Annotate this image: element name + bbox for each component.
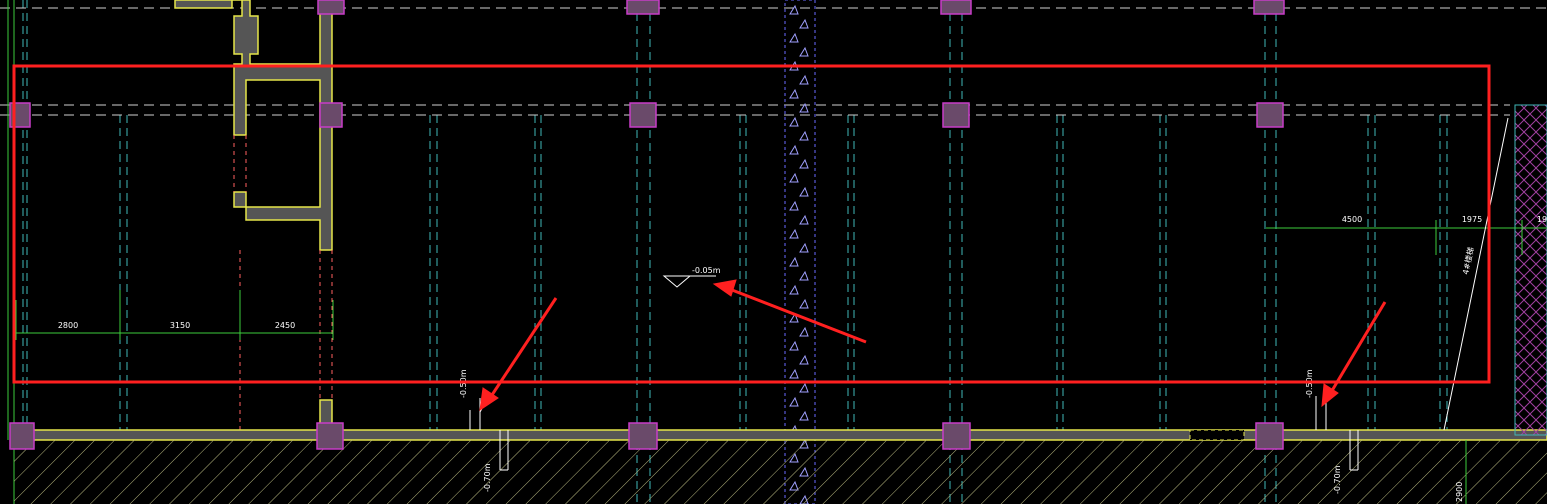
triangle-band [784,0,816,504]
dim-label-bottom-far: 2900 [1455,482,1464,502]
dim-label-4500: 4500 [1342,215,1362,224]
band-triangle [789,228,799,239]
arrow-left [479,297,558,412]
band-triangle [789,144,799,155]
annotation-arrows [479,279,1387,412]
dimension-line-right [1266,220,1547,255]
band-triangle [789,396,799,407]
level-label-center: -0.05m [692,266,721,275]
dimension-line-left [15,290,334,340]
band-triangle [799,158,809,169]
band-triangle [789,256,799,267]
band-triangle [789,368,799,379]
wall-dashed-gap [233,135,333,430]
horizontal-axis-lines [0,7,1547,116]
band-triangle [789,200,799,211]
band-triangle [799,46,809,57]
dim-label-19: 19 [1537,215,1547,224]
ground-hatch [14,440,1547,504]
band-triangle [799,410,809,421]
arrow-center [712,279,867,344]
arrow-right [1321,301,1387,408]
band-triangle [789,340,799,351]
band-triangle [799,214,809,225]
dim-label-2800: 2800 [58,321,78,330]
stair-note: 4#楼梯 [1460,246,1476,275]
level-label-slab-right: -0.50m [1305,369,1314,398]
band-triangle [799,130,809,141]
dim-label-3150: 3150 [170,321,190,330]
band-triangle [799,186,809,197]
band-triangle [789,284,799,295]
level-marker-center[interactable]: -0.05m [662,266,721,288]
band-triangle [799,270,809,281]
band-triangle [789,4,799,15]
dim-label-1975: 1975 [1462,215,1482,224]
dim-label-2450: 2450 [275,321,295,330]
level-label-bottom-left: -0.70m [483,463,492,492]
level-label-slab-left: -0.50m [459,369,468,398]
band-triangle [799,18,809,29]
band-triangle [799,298,809,309]
band-triangle [799,326,809,337]
band-triangle [789,116,799,127]
cross-hatch-area [1514,104,1547,436]
band-triangle [799,382,809,393]
band-triangle [789,172,799,183]
band-triangle [799,242,809,253]
cad-drawing-canvas[interactable]: 2800 3150 2450 4500 1975 19 4#楼梯 -0.05m … [0,0,1547,504]
band-triangle [789,32,799,43]
level-label-bottom-right: -0.70m [1333,465,1342,494]
band-triangle [789,88,799,99]
band-triangle [799,354,809,365]
slab-edge [13,429,1547,441]
band-triangle [799,74,809,85]
